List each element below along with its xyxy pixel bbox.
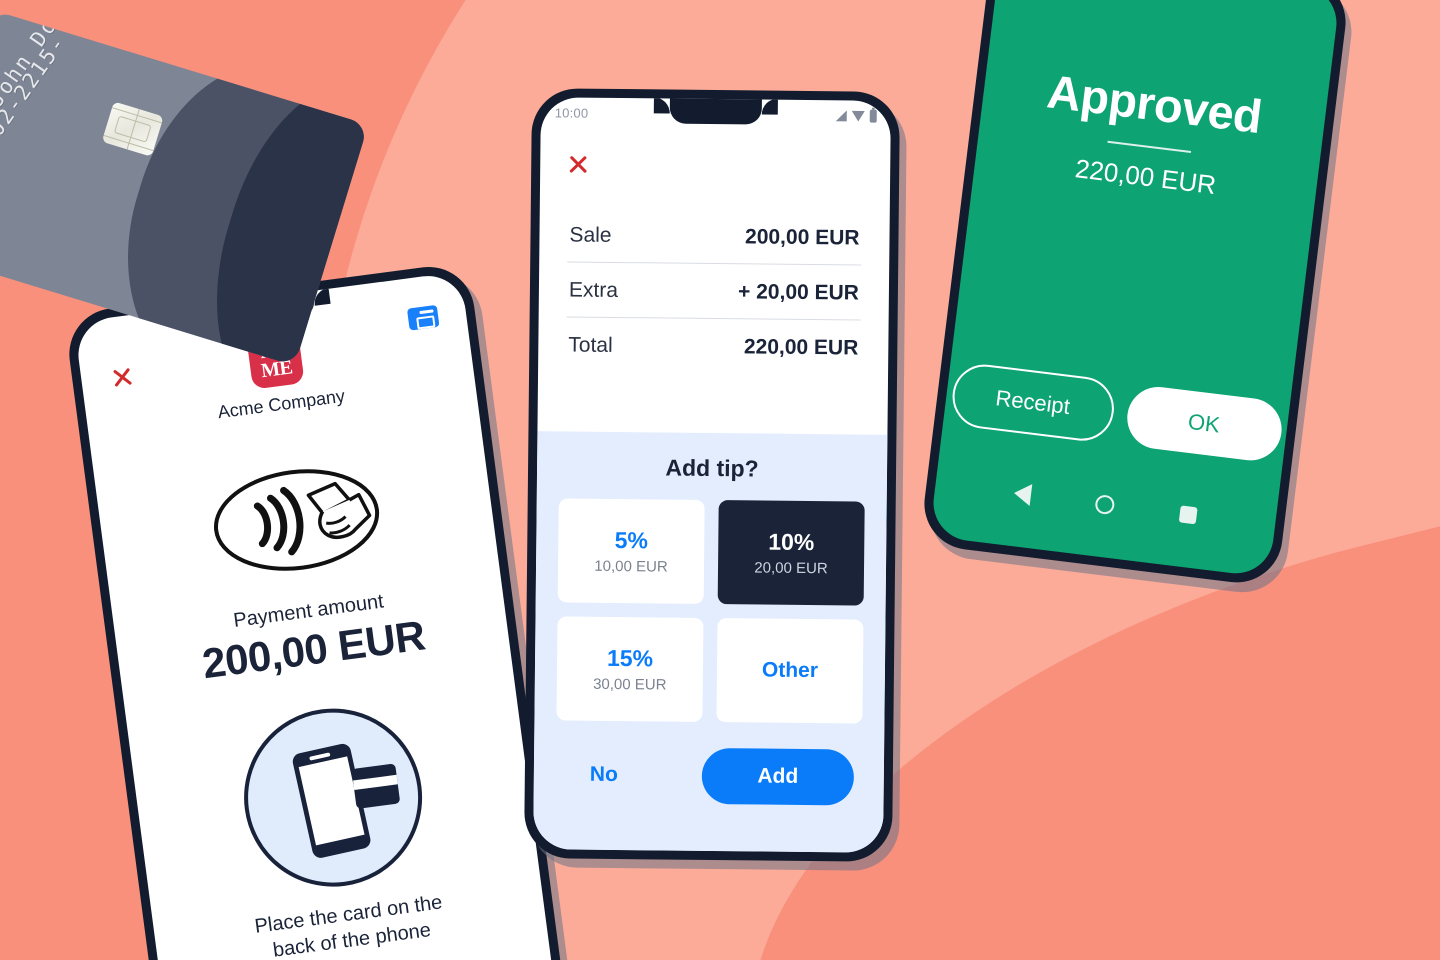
phone3-screen: Approved 220,00 EUR Receipt OK	[929, 0, 1341, 578]
approval-actions: Receipt OK	[943, 360, 1290, 465]
tip-option-percent: Other	[761, 658, 819, 683]
phone-approved: Approved 220,00 EUR Receipt OK	[919, 0, 1351, 588]
receipt-button[interactable]: Receipt	[948, 360, 1118, 445]
tip-actions: No Add	[556, 746, 863, 806]
transaction-summary: Sale 200,00 EUR Extra + 20,00 EUR Total …	[538, 207, 890, 375]
phone-add-tip: 10:00 Sale 200,00 EUR Extra + 20,00 EUR	[523, 88, 901, 862]
tip-option-other[interactable]: Other	[716, 618, 864, 724]
status-bar: 10:00	[541, 97, 891, 131]
contactless-nfc-icon	[205, 456, 387, 583]
phone-tap-card-icon	[233, 697, 433, 898]
divider	[1107, 140, 1192, 153]
ok-button[interactable]: OK	[1123, 383, 1285, 464]
merchant-name: Acme Company	[216, 385, 347, 423]
signal-icon	[835, 109, 847, 121]
nav-recents-icon[interactable]	[1178, 504, 1198, 524]
tip-option-percent: 10%	[768, 528, 815, 556]
illustration-canvas: John Doe 4802-2215- AC ME Acme Company	[0, 0, 1440, 960]
phone2-screen: 10:00 Sale 200,00 EUR Extra + 20,00 EUR	[533, 97, 891, 853]
summary-label: Total	[568, 333, 613, 357]
tip-option-amount: 30,00 EUR	[593, 675, 667, 694]
approval-status-title: Approved	[1044, 64, 1265, 144]
summary-label: Extra	[568, 278, 619, 303]
tap-hint-text: Place the card on the back of the phone	[218, 885, 483, 960]
tip-option-amount: 20,00 EUR	[754, 559, 828, 578]
tip-option-percent: 15%	[606, 644, 654, 672]
close-x-icon[interactable]	[567, 153, 589, 175]
status-bar-icons	[835, 109, 877, 123]
nav-back-icon[interactable]	[1012, 482, 1033, 506]
summary-value: + 20,00 EUR	[737, 280, 860, 305]
tip-option-15[interactable]: 15% 30,00 EUR	[556, 616, 704, 722]
tip-option-5[interactable]: 5% 10,00 EUR	[557, 498, 705, 604]
table-row: Extra + 20,00 EUR	[566, 261, 862, 320]
android-nav-bar	[934, 472, 1276, 536]
tip-option-percent: 5%	[614, 526, 649, 554]
table-row: Total 220,00 EUR	[566, 316, 861, 375]
close-x-icon[interactable]	[110, 365, 135, 390]
tip-options-grid: 5% 10,00 EUR 10% 20,00 EUR 15% 30,00 EUR…	[556, 498, 865, 724]
summary-value: 200,00 EUR	[744, 225, 860, 250]
table-row: Sale 200,00 EUR	[567, 207, 862, 264]
wifi-icon	[852, 109, 865, 121]
approved-amount: 220,00 EUR	[1073, 153, 1218, 201]
tip-panel: Add tip? 5% 10,00 EUR 10% 20,00 EUR 15% …	[533, 431, 888, 853]
tip-option-amount: 10,00 EUR	[594, 557, 668, 576]
emv-chip-contact	[113, 115, 152, 143]
tip-panel-title: Add tip?	[665, 454, 759, 482]
add-tip-button[interactable]: Add	[701, 747, 855, 806]
payment-card-icon[interactable]	[406, 304, 440, 331]
decline-tip-button[interactable]: No	[564, 752, 644, 797]
summary-value: 220,00 EUR	[743, 335, 859, 360]
status-bar-time: 10:00	[554, 104, 589, 121]
tip-option-10[interactable]: 10% 20,00 EUR	[717, 500, 865, 606]
summary-label: Sale	[569, 223, 612, 247]
battery-icon	[869, 109, 877, 123]
nav-home-icon[interactable]	[1094, 493, 1116, 515]
